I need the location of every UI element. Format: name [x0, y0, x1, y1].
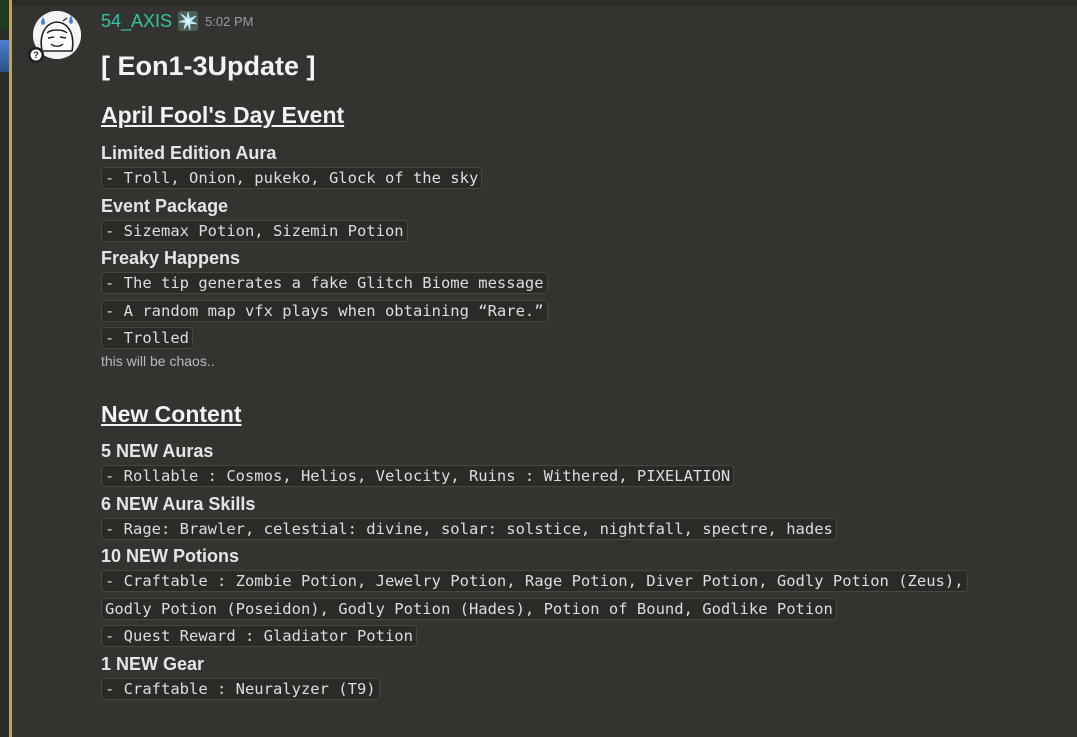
- new-content-heading: New Content: [101, 401, 242, 427]
- limited-line: - Troll, Onion, pukeko, Glock of the sky: [101, 166, 1061, 194]
- package-code: - Sizemax Potion, Sizemin Potion: [101, 219, 408, 242]
- freaky-code-2: - A random map vfx plays when obtaining …: [101, 299, 548, 322]
- limited-heading: Limited Edition Aura: [101, 143, 277, 163]
- potions-code-3: - Quest Reward : Gladiator Potion: [101, 625, 417, 647]
- gear-heading: 1 NEW Gear: [101, 653, 205, 674]
- svg-text:?: ?: [33, 50, 39, 60]
- potions-line-1: - Craftable : Zombie Potion, Jewelry Pot…: [101, 569, 1061, 597]
- highlight-accent-bar: [9, 0, 12, 737]
- potions-code-2: Godly Potion (Poseidon), Godly Potion (H…: [101, 597, 837, 620]
- freaky-heading: Freaky Happens: [101, 248, 241, 268]
- timestamp[interactable]: 5:02 PM: [205, 14, 253, 29]
- left-edge-green: [0, 0, 9, 30]
- freaky-line-1: - The tip generates a fake Glitch Biome …: [101, 271, 1061, 299]
- potions-heading: 10 NEW Potions: [101, 546, 240, 566]
- package-heading: Event Package: [101, 195, 229, 216]
- message-header: 54_AXIS 5:02 PM: [101, 9, 253, 33]
- skills-heading: 6 NEW Aura Skills: [101, 493, 256, 514]
- left-edge-blue: [0, 40, 9, 72]
- gear-line: - Craftable : Neuralyzer (T9): [101, 677, 1061, 705]
- question-badge-icon: ?: [28, 47, 44, 63]
- potions-line-3: - Quest Reward : Gladiator Potion: [101, 624, 1061, 652]
- skills-code: - Rage: Brawler, celestial: divine, sola…: [101, 517, 837, 540]
- message-content: [ Eon1-3Update ] April Fool's Day Event …: [101, 46, 1061, 704]
- sparkle-icon: [178, 11, 199, 31]
- potions-code-1: - Craftable : Zombie Potion, Jewelry Pot…: [101, 570, 968, 592]
- auras-heading: 5 NEW Auras: [101, 441, 214, 461]
- freaky-line-2: - A random map vfx plays when obtaining …: [101, 299, 1061, 327]
- message-title: [ Eon1-3Update ]: [101, 51, 316, 81]
- freaky-line-3: - Trolled: [101, 326, 1061, 351]
- potions-line-2: Godly Potion (Poseidon), Godly Potion (H…: [101, 597, 1061, 625]
- april-note: this will be chaos..: [101, 353, 215, 369]
- skills-line: - Rage: Brawler, celestial: divine, sola…: [101, 517, 1061, 545]
- package-line: - Sizemax Potion, Sizemin Potion: [101, 219, 1061, 247]
- april-heading: April Fool's Day Event: [101, 102, 345, 128]
- top-strip: [12, 0, 1077, 6]
- limited-code: - Troll, Onion, pukeko, Glock of the sky: [101, 167, 483, 189]
- gear-code: - Craftable : Neuralyzer (T9): [101, 677, 380, 700]
- freaky-code-3: - Trolled: [101, 327, 193, 349]
- auras-code: - Rollable : Cosmos, Helios, Velocity, R…: [101, 465, 735, 487]
- auras-line: - Rollable : Cosmos, Helios, Velocity, R…: [101, 464, 1061, 492]
- freaky-code-1: - The tip generates a fake Glitch Biome …: [101, 272, 548, 294]
- username[interactable]: 54_AXIS: [101, 11, 172, 32]
